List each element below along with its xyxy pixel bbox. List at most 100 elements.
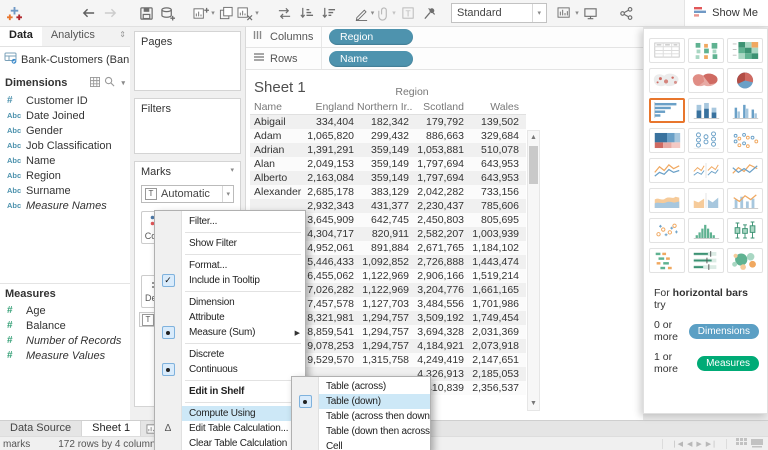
- dimension-field[interactable]: AbcName: [0, 153, 130, 168]
- chevron-down-icon[interactable]: ▾: [121, 79, 125, 87]
- value-cell[interactable]: 8,859,541: [302, 325, 357, 339]
- circle-views-thumbnail[interactable]: [688, 128, 724, 153]
- bullet-graph-thumbnail[interactable]: [688, 248, 724, 273]
- value-cell[interactable]: 2,726,888: [412, 255, 467, 269]
- value-cell[interactable]: 733,156: [467, 185, 522, 199]
- value-cell[interactable]: 2,147,651: [467, 353, 522, 367]
- lines-discrete-thumbnail[interactable]: [688, 158, 724, 183]
- filters-shelf[interactable]: Filters: [134, 98, 241, 154]
- value-cell[interactable]: 2,582,207: [412, 227, 467, 241]
- tab-data-source[interactable]: Data Source: [0, 421, 82, 437]
- value-cell[interactable]: 5,446,433: [302, 255, 357, 269]
- side-by-side-bars-thumbnail[interactable]: [727, 98, 763, 123]
- next-sheet-icon[interactable]: ▶: [696, 440, 701, 448]
- value-cell[interactable]: 2,685,178: [302, 185, 357, 199]
- save-icon[interactable]: [135, 3, 157, 23]
- scrollbar-thumb[interactable]: [529, 146, 538, 184]
- value-cell[interactable]: 4,304,717: [302, 227, 357, 241]
- dimension-field[interactable]: #Customer ID: [0, 93, 130, 108]
- context-menu-item[interactable]: Format...: [155, 258, 305, 273]
- presentation-mode-icon[interactable]: [579, 3, 601, 23]
- row-name-cell[interactable]: Adam: [250, 129, 302, 143]
- value-cell[interactable]: 359,149: [357, 143, 412, 157]
- symbol-map-thumbnail[interactable]: [649, 68, 685, 93]
- value-cell[interactable]: 2,906,166: [412, 269, 467, 283]
- value-cell[interactable]: 1,443,474: [467, 255, 522, 269]
- value-cell[interactable]: 3,509,192: [412, 311, 467, 325]
- region-pill[interactable]: Region: [329, 29, 413, 45]
- pie-chart-thumbnail[interactable]: [727, 68, 763, 93]
- value-cell[interactable]: 2,073,918: [467, 339, 522, 353]
- column-header[interactable]: Scotland: [412, 100, 467, 114]
- column-header[interactable]: Wales: [467, 100, 522, 114]
- region-column-header[interactable]: Region: [302, 86, 522, 98]
- value-cell[interactable]: 4,184,921: [412, 339, 467, 353]
- value-cell[interactable]: 8,321,981: [302, 311, 357, 325]
- filled-map-thumbnail[interactable]: [688, 68, 724, 93]
- submenu-item[interactable]: Cell: [292, 439, 430, 450]
- chevron-down-icon[interactable]: ▾: [230, 166, 234, 178]
- lines-continuous-thumbnail[interactable]: [649, 158, 685, 183]
- value-cell[interactable]: 2,042,282: [412, 185, 467, 199]
- value-cell[interactable]: 7,457,578: [302, 297, 357, 311]
- submenu-item[interactable]: Table (across): [292, 379, 430, 394]
- prev-sheet-icon[interactable]: ◀: [687, 440, 692, 448]
- context-menu-item[interactable]: ΔEdit Table Calculation...: [155, 421, 305, 436]
- rows-shelf[interactable]: Rows Name: [246, 48, 643, 70]
- tab-data[interactable]: Data: [0, 26, 42, 46]
- context-menu-item[interactable]: Attribute: [155, 310, 305, 325]
- value-cell[interactable]: 642,745: [357, 213, 412, 227]
- dimension-field[interactable]: AbcDate Joined: [0, 108, 130, 123]
- value-cell[interactable]: 182,342: [357, 115, 412, 129]
- submenu-item[interactable]: Table (down then across): [292, 424, 430, 439]
- value-cell[interactable]: 1,701,986: [467, 297, 522, 311]
- show-tabs-icon[interactable]: [736, 438, 747, 450]
- value-cell[interactable]: 1,122,969: [357, 283, 412, 297]
- box-and-whisker-thumbnail[interactable]: [727, 218, 763, 243]
- undo-icon[interactable]: [77, 3, 99, 23]
- view-grid-icon[interactable]: [90, 77, 100, 90]
- sort-descending-icon[interactable]: [317, 3, 339, 23]
- value-cell[interactable]: 179,792: [412, 115, 467, 129]
- measure-field[interactable]: #Balance: [0, 318, 130, 333]
- dual-combination-thumbnail[interactable]: [727, 188, 763, 213]
- value-cell[interactable]: 643,953: [467, 171, 522, 185]
- highlight-table-thumbnail[interactable]: [727, 38, 763, 63]
- text-table-thumbnail[interactable]: [649, 38, 685, 63]
- value-cell[interactable]: 3,645,909: [302, 213, 357, 227]
- value-cell[interactable]: 1,053,881: [412, 143, 467, 157]
- treemap-thumbnail[interactable]: [649, 128, 685, 153]
- value-cell[interactable]: 1,797,694: [412, 171, 467, 185]
- horizontal-bars-thumbnail[interactable]: [649, 98, 685, 123]
- value-cell[interactable]: 334,404: [302, 115, 357, 129]
- fit-selector-icon[interactable]: ▾: [557, 3, 579, 23]
- vertical-scrollbar[interactable]: ▲ ▼: [527, 130, 540, 411]
- value-cell[interactable]: 431,377: [357, 199, 412, 213]
- value-cell[interactable]: 785,606: [467, 199, 522, 213]
- context-menu-item[interactable]: Measure (Sum)▶: [155, 325, 305, 340]
- add-data-icon[interactable]: [157, 3, 179, 23]
- value-cell[interactable]: 643,953: [467, 157, 522, 171]
- value-cell[interactable]: 3,204,776: [412, 283, 467, 297]
- value-cell[interactable]: 805,695: [467, 213, 522, 227]
- context-menu-item[interactable]: Filter...: [155, 214, 305, 229]
- dimension-field[interactable]: AbcMeasure Names: [0, 198, 130, 213]
- measure-field[interactable]: #Measure Values: [0, 348, 130, 363]
- dimension-field[interactable]: AbcGender: [0, 123, 130, 138]
- dual-lines-thumbnail[interactable]: [727, 158, 763, 183]
- value-cell[interactable]: 891,884: [357, 241, 412, 255]
- value-cell[interactable]: 2,185,053: [467, 367, 522, 381]
- mark-type-select[interactable]: T Automatic ▾: [141, 185, 234, 203]
- value-cell[interactable]: 6,455,062: [302, 269, 357, 283]
- pane-control-icon[interactable]: ⇕: [119, 26, 130, 46]
- value-cell[interactable]: 1,294,757: [357, 339, 412, 353]
- stacked-bars-thumbnail[interactable]: [688, 98, 724, 123]
- dimension-field[interactable]: AbcSurname: [0, 183, 130, 198]
- scroll-down-icon[interactable]: ▼: [528, 397, 539, 410]
- dimension-field[interactable]: AbcJob Classification: [0, 138, 130, 153]
- value-cell[interactable]: 3,484,556: [412, 297, 467, 311]
- context-menu-item[interactable]: ✓Include in Tooltip: [155, 273, 305, 288]
- value-cell[interactable]: 2,450,803: [412, 213, 467, 227]
- context-menu-item[interactable]: Clear Table Calculation: [155, 436, 305, 450]
- tab-sheet-1[interactable]: Sheet 1: [82, 421, 141, 437]
